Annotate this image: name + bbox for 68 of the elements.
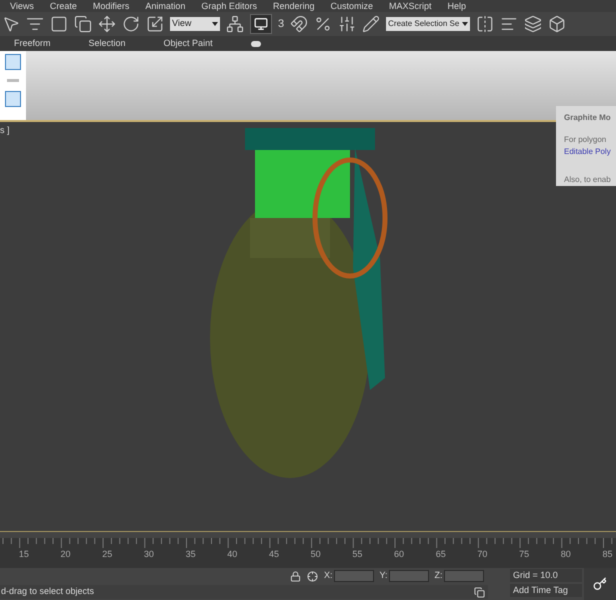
frame-number: 15 [18,548,30,561]
frame-number: 20 [60,548,72,561]
pencil-icon[interactable] [362,15,380,33]
toggle-icon[interactable] [5,91,21,107]
tooltip-title: Graphite Mo [564,112,612,124]
grid-readout: Grid = 10.0 [510,569,582,582]
status-prompt: d-drag to select objects [0,585,488,599]
coordinate-field[interactable] [444,570,484,582]
mirror-icon[interactable] [476,15,494,33]
coordinate-label: X: [324,569,333,582]
ribbon-tab[interactable]: Selection [88,36,126,50]
snap-count[interactable]: 3 [278,16,284,32]
rectangle-selection-icon[interactable] [50,15,68,33]
frame-number: 25 [101,548,114,561]
menu-item[interactable]: Rendering [272,2,314,10]
key-icon [593,577,607,591]
frame-number: 85 [601,548,614,561]
key-button[interactable] [584,568,616,600]
menu-item[interactable]: Animation [145,2,186,10]
magnet-icon[interactable] [290,15,308,33]
toggle-icon[interactable] [5,54,21,70]
scale-icon[interactable] [146,15,164,33]
add-time-tag[interactable]: Add Time Tag [510,584,582,597]
frame-number: 70 [476,548,488,561]
frame-number: 40 [226,548,238,561]
menu-item[interactable]: Create [50,2,77,10]
caret-icon [462,22,468,26]
caret-icon [212,22,218,26]
menu-item[interactable]: Customize [330,2,373,10]
frame-number: 50 [310,548,322,561]
align-icon[interactable] [500,15,518,33]
ribbon-tab[interactable]: Freeform [14,36,51,50]
menu-item[interactable]: Help [448,2,466,10]
move-icon[interactable] [98,15,116,33]
lock-icon[interactable] [290,570,301,582]
rotate-icon[interactable] [122,15,140,33]
frame-number: 80 [560,548,572,561]
frame-number: 45 [268,548,280,561]
window-icon[interactable] [474,586,485,598]
menu-item[interactable]: MAXScript [389,2,432,10]
layers-icon[interactable] [524,15,542,33]
coordinate-label: Y: [380,569,388,582]
tooltip-link[interactable]: Editable Poly [564,146,616,158]
frame-number: 60 [393,548,406,561]
percent-icon[interactable] [314,15,332,33]
menu-item[interactable]: Modifiers [92,2,130,10]
panel-toggle-icon[interactable] [250,40,261,46]
coordinate-field[interactable] [388,570,429,582]
frame-number: 35 [184,548,197,561]
coordinate-label: Z: [434,569,443,582]
coordinate-field[interactable] [334,570,374,582]
viewport-label[interactable]: s ] [0,124,10,138]
ribbon-tab[interactable]: Object Paint [164,36,213,50]
selection-set-dropdown[interactable]: Create Selection Se [386,17,470,31]
crosshair-icon[interactable] [307,570,318,582]
frame-number: 55 [351,548,364,561]
frame-number: 75 [518,548,530,561]
frame-number: 30 [142,548,155,561]
placement-button[interactable] [250,14,272,34]
frame-number: 65 [434,548,447,561]
tooltip-text: Also, to enab [564,174,612,186]
view-dropdown[interactable]: View [170,17,220,31]
menu-item[interactable]: Views [10,2,34,10]
select-icon[interactable] [2,15,20,33]
monitor-icon [254,17,268,31]
menu-item[interactable]: Graph Editors [201,2,257,10]
tooltip-text: For polygon [564,134,608,146]
box-icon[interactable] [548,15,566,33]
